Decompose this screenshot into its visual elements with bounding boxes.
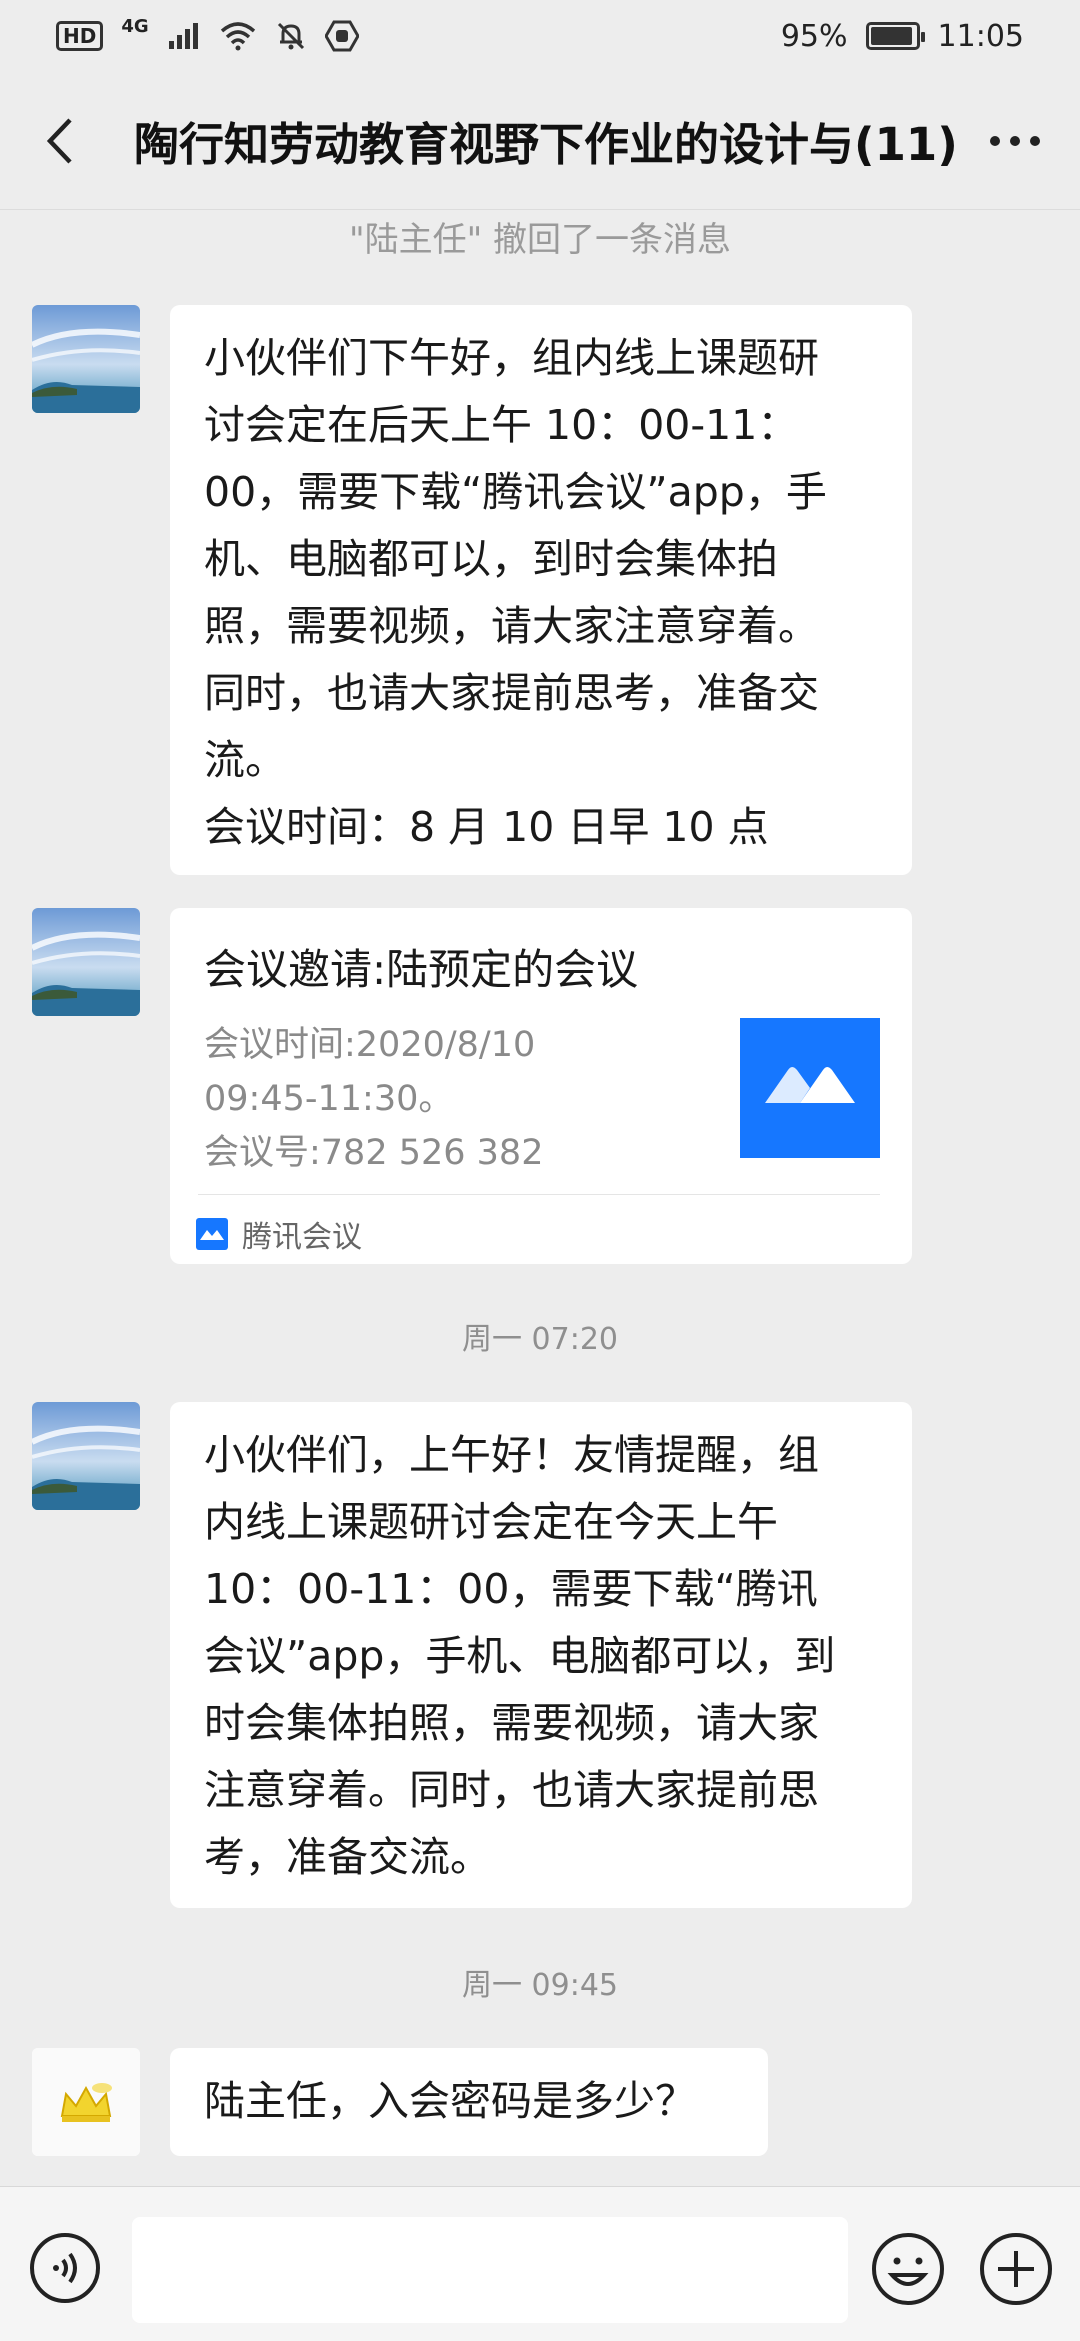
status-right: 95% 11:05 [781, 19, 1024, 54]
network-type: 4G [121, 15, 149, 37]
message-text: 陆主任，入会密码是多少？ [204, 2077, 696, 2125]
sky-lake-avatar-icon [32, 908, 140, 1016]
meeting-invite-card[interactable]: 会议邀请:陆预定的会议 会议时间:2020/8/10 09:45-11:30。 … [170, 908, 912, 1264]
avatar[interactable] [32, 305, 140, 413]
page-title: 陶行知劳动教育视野下作业的设计与(11) [134, 118, 958, 171]
status-left: HD 4G [56, 16, 359, 52]
more-options-button[interactable] [980, 111, 1050, 171]
meeting-time-range: 09:45-11:30。 [204, 1079, 454, 1119]
message-bubble[interactable]: 小伙伴们下午好，组内线上课题研 讨会定在后天上午 10：00-11： 00，需要… [170, 305, 912, 875]
message-bubble[interactable]: 陆主任，入会密码是多少？ [170, 2048, 768, 2156]
back-button[interactable] [30, 111, 90, 171]
more-functions-button[interactable] [978, 2231, 1054, 2307]
chat-header: 陶行知劳动教育视野下作业的设计与(11) [0, 72, 1080, 210]
message-bubble[interactable]: 小伙伴们，上午好！友情提醒，组 内线上课题研讨会定在今天上午 10：00-11：… [170, 1402, 912, 1908]
crown-avatar-icon [32, 2048, 140, 2156]
message-input[interactable] [132, 2217, 848, 2323]
tencent-meeting-logo [740, 1018, 880, 1158]
card-source-label: 腾讯会议 [242, 1220, 362, 1255]
card-footer: 腾讯会议 [196, 1212, 362, 1256]
emoji-button[interactable] [870, 2231, 946, 2307]
voice-icon [30, 2233, 100, 2303]
tencent-meeting-icon [765, 1067, 855, 1103]
clock: 11:05 [937, 18, 1024, 54]
message-text: 小伙伴们，上午好！友情提醒，组 内线上课题研讨会定在今天上午 10：00-11：… [204, 1431, 836, 1881]
message-text: 小伙伴们下午好，组内线上课题研 讨会定在后天上午 10：00-11： 00，需要… [204, 334, 827, 851]
hand-hexagon-icon [324, 20, 359, 52]
wifi-icon [220, 22, 255, 51]
input-bar [0, 2186, 1080, 2341]
battery-percent: 95% [780, 18, 848, 54]
chevron-left-icon [46, 117, 72, 164]
avatar[interactable] [32, 2048, 140, 2156]
status-bar: HD 4G 95% 11:05 [0, 0, 1080, 72]
card-divider [198, 1194, 880, 1195]
hd-badge: HD [56, 21, 104, 51]
timestamp: 周一 09:45 [462, 1968, 618, 2003]
sky-lake-avatar-icon [32, 1402, 140, 1510]
avatar[interactable] [32, 1402, 140, 1510]
more-dots-icon [990, 135, 1040, 146]
mute-bell-icon [277, 22, 304, 50]
meeting-number: 会议号:782 526 382 [204, 1133, 544, 1173]
signal-icon [168, 23, 198, 49]
emoji-icon [872, 2233, 944, 2305]
timestamp: 周一 07:20 [462, 1322, 618, 1357]
recall-notice: "陆主任" 撤回了一条消息 [348, 220, 732, 260]
meeting-time-line: 会议时间:2020/8/10 [204, 1025, 536, 1065]
plus-icon [980, 2233, 1052, 2305]
voice-button[interactable] [28, 2231, 102, 2305]
tencent-meeting-small-icon [196, 1218, 228, 1250]
card-title: 会议邀请:陆预定的会议 [204, 945, 639, 994]
sky-lake-avatar-icon [32, 305, 140, 413]
battery-icon [865, 22, 925, 50]
avatar[interactable] [32, 908, 140, 1016]
